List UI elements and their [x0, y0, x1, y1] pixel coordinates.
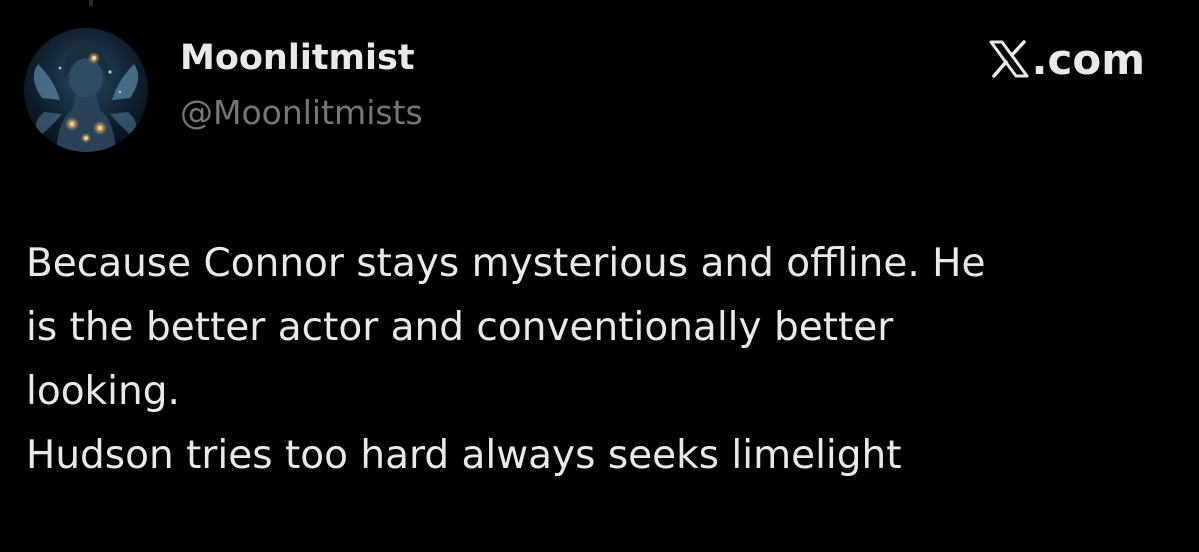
- post-body: Because Connor stays mysterious and offl…: [26, 232, 1176, 488]
- post-line: looking.: [26, 369, 180, 414]
- x-logo-icon: [988, 39, 1030, 79]
- brand-domain-text: .com: [1031, 34, 1145, 84]
- post-line: Hudson tries too hard always seeks limel…: [26, 433, 902, 478]
- author-handle[interactable]: @Moonlitmists: [180, 92, 423, 134]
- post-line: is the better actor and conventionally b…: [26, 305, 894, 350]
- author-display-name[interactable]: Moonlitmist: [180, 36, 415, 80]
- post-line: Because Connor stays mysterious and offl…: [26, 241, 986, 286]
- tweet-card: Moonlitmist @Moonlitmists .com Because C…: [0, 0, 1199, 552]
- avatar-image: [24, 28, 148, 152]
- divider: [89, 0, 93, 6]
- brand-watermark: .com: [988, 34, 1145, 84]
- fairy-avatar-icon[interactable]: [24, 28, 148, 152]
